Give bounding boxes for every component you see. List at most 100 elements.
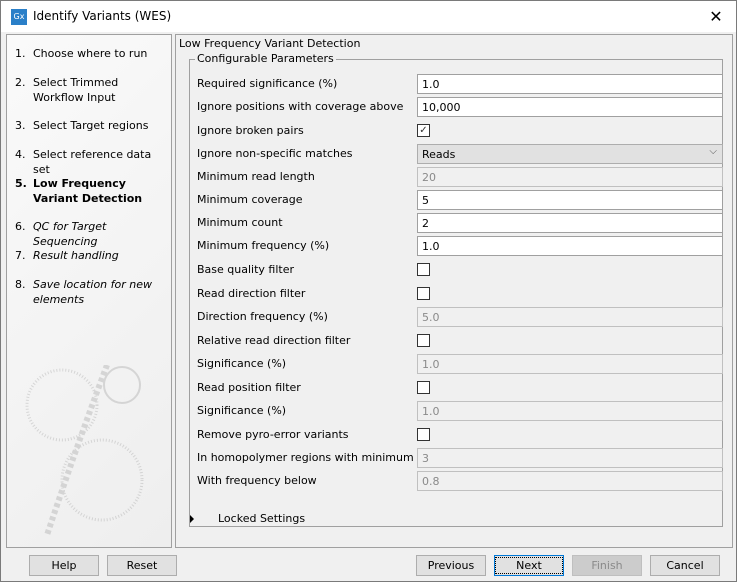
minimum-coverage-input[interactable]: 5 [417,190,723,210]
param-label: Read direction filter [197,287,306,300]
param-label: Direction frequency (%) [197,310,328,323]
step-number: 4. [15,148,26,161]
step-label: QC for Target Sequencing [33,220,107,248]
wizard-step: 6. QC for Target Sequencing [15,219,165,249]
wizard-step: 3. Select Target regions [15,118,165,133]
param-label: In homopolymer regions with minimum leng… [197,451,453,464]
param-read-position-significance: Significance (%) 1.0 [197,401,723,421]
param-relative-direction-significance: Significance (%) 1.0 [197,354,723,374]
ignore-coverage-above-input[interactable]: 10,000 [417,97,723,117]
title-bar: Gx Identify Variants (WES) ✕ [1,1,736,32]
param-label: Minimum frequency (%) [197,239,330,252]
homopolymer-min-length-input: 3 [417,448,723,468]
param-label: Read position filter [197,381,301,394]
step-number: 8. [15,278,26,291]
locked-settings-label: Locked Settings [218,512,306,525]
cancel-button[interactable]: Cancel [650,555,720,576]
expand-triangle-icon [190,515,194,523]
direction-frequency-input: 5.0 [417,307,723,327]
step-label: Save location for new elements [33,278,152,306]
frequency-below-input: 0.8 [417,471,723,491]
relative-direction-significance-input: 1.0 [417,354,723,374]
param-minimum-count: Minimum count 2 [197,213,723,233]
dialog-window: Gx Identify Variants (WES) ✕ 1. Choose wh… [0,0,737,582]
param-frequency-below: With frequency below 0.8 [197,471,723,491]
next-label: Next [495,557,563,574]
ignore-broken-pairs-checkbox[interactable]: ✓ [417,124,430,137]
close-icon[interactable]: ✕ [696,1,736,32]
param-relative-read-direction-filter: Relative read direction filter [197,331,717,351]
wizard-step: 2. Select Trimmed Workflow Input [15,75,165,105]
remove-pyro-error-checkbox[interactable] [417,428,430,441]
step-label: Result handling [33,249,119,262]
minimum-frequency-input[interactable]: 1.0 [417,236,723,256]
wizard-step-current: 5. Low Frequency Variant Detection [15,176,165,206]
param-remove-pyro-error: Remove pyro-error variants [197,425,717,445]
base-quality-filter-checkbox[interactable] [417,263,430,276]
configurable-parameters-group: Configurable Parameters Required signifi… [189,52,723,527]
window-title: Identify Variants (WES) [33,9,172,23]
param-base-quality-filter: Base quality filter [197,260,717,280]
param-label: Relative read direction filter [197,334,351,347]
step-number: 1. [15,47,26,60]
param-ignore-broken-pairs: Ignore broken pairs ✓ [197,121,717,141]
param-label: Significance (%) [197,404,287,417]
select-value: Reads [422,148,456,161]
step-label: Low Frequency Variant Detection [33,177,143,205]
reset-button[interactable]: Reset [107,555,177,576]
param-label: Base quality filter [197,263,294,276]
chevron-down-icon: ⌵ [709,146,717,157]
panel-title: Low Frequency Variant Detection [179,37,361,50]
param-minimum-read-length: Minimum read length 20 [197,167,723,187]
step-label: Choose where to run [33,47,148,60]
locked-settings-toggle[interactable]: Locked Settings [190,512,305,525]
previous-button[interactable]: Previous [416,555,486,576]
minimum-count-input[interactable]: 2 [417,213,723,233]
wizard-step: 7. Result handling [15,248,165,263]
next-button[interactable]: Next [494,555,564,576]
checkmark-icon: ✓ [419,125,428,136]
wizard-step: 8. Save location for new elements [15,277,165,307]
read-position-filter-checkbox[interactable] [417,381,430,394]
param-label: Significance (%) [197,357,287,370]
param-minimum-frequency: Minimum frequency (%) 1.0 [197,236,723,256]
decorative-spiral-watermark-icon [25,365,144,536]
ignore-non-specific-select[interactable]: Reads ⌵ [417,144,723,164]
param-label: Ignore non-specific matches [197,147,353,160]
param-label: Required significance (%) [197,77,338,90]
param-label: Remove pyro-error variants [197,428,349,441]
step-label: Select reference data set [33,148,152,176]
param-ignore-coverage-above: Ignore positions with coverage above 10,… [197,97,723,117]
wizard-steps-sidebar: 1. Choose where to run 2. Select Trimmed W… [6,34,172,548]
minimum-read-length-input: 20 [417,167,723,187]
param-read-direction-filter: Read direction filter [197,284,717,304]
wizard-step: 4. Select reference data set [15,147,165,177]
read-direction-filter-checkbox[interactable] [417,287,430,300]
param-read-position-filter: Read position filter [197,378,717,398]
step-content-panel: Low Frequency Variant Detection Configur… [175,34,733,548]
step-number: 3. [15,119,26,132]
param-homopolymer-min-length: In homopolymer regions with minimum leng… [197,448,723,468]
step-label: Select Target regions [33,119,149,132]
finish-button: Finish [572,555,642,576]
param-label: Minimum coverage [197,193,303,206]
group-title: Configurable Parameters [195,52,336,65]
app-logo-icon: Gx [11,9,27,25]
param-required-significance: Required significance (%) 1.0 [197,74,723,94]
param-label: Ignore broken pairs [197,124,304,137]
step-label: Select Trimmed Workflow Input [33,76,119,104]
read-position-significance-input: 1.0 [417,401,723,421]
wizard-step: 1. Choose where to run [15,46,165,61]
param-label: Minimum read length [197,170,315,183]
required-significance-input[interactable]: 1.0 [417,74,723,94]
param-minimum-coverage: Minimum coverage 5 [197,190,723,210]
param-label: With frequency below [197,474,317,487]
param-ignore-non-specific: Ignore non-specific matches Reads ⌵ [197,144,723,164]
param-label: Minimum count [197,216,283,229]
step-number: 2. [15,76,26,89]
step-number: 5. [15,177,27,190]
relative-read-direction-filter-checkbox[interactable] [417,334,430,347]
step-number: 6. [15,220,26,233]
step-number: 7. [15,249,26,262]
help-button[interactable]: Help [29,555,99,576]
